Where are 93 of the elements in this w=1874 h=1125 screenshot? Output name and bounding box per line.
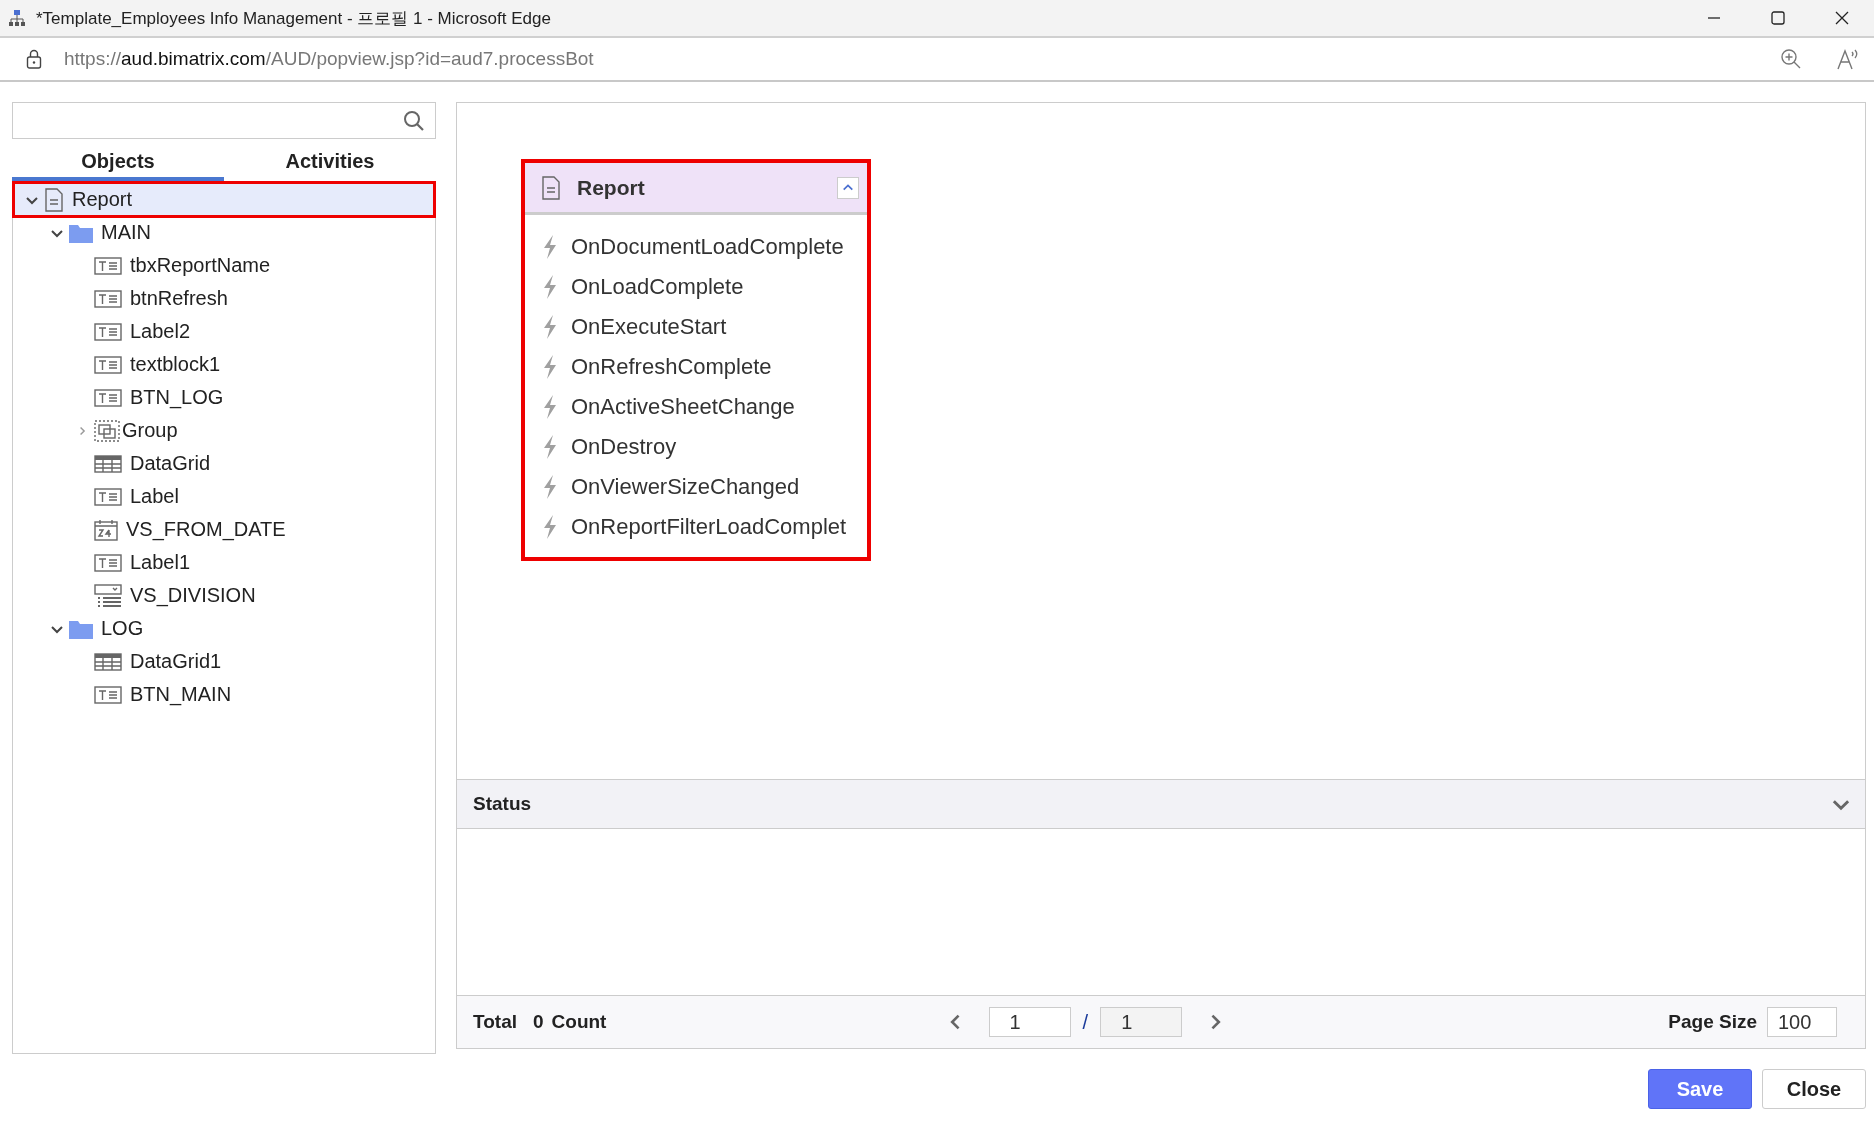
close-icon	[1834, 10, 1850, 26]
sitemap-icon	[8, 9, 26, 27]
lock-icon	[26, 49, 42, 69]
tree-item-label: Report	[72, 188, 133, 211]
card-title: Report	[577, 175, 646, 200]
maximize-icon	[1770, 10, 1786, 26]
dropdown-list-icon	[94, 583, 122, 608]
url-scheme: https://	[64, 48, 122, 70]
tree-item-label: LOG	[101, 617, 144, 640]
tree-item-label: textblock1	[130, 353, 221, 376]
calendar-icon	[94, 518, 118, 541]
page-separator: /	[1082, 1010, 1089, 1034]
minimize-icon	[1706, 17, 1722, 19]
textbox-icon	[94, 256, 122, 275]
tree-item-label: BTN_LOG	[130, 386, 224, 409]
textbox-icon	[94, 289, 122, 308]
lightning-icon	[541, 314, 559, 340]
status-title: Status	[473, 793, 533, 815]
zoom-in-icon[interactable]	[1780, 48, 1802, 70]
tree-item-label: BTN_MAIN	[130, 683, 232, 706]
lightning-icon	[541, 234, 559, 260]
tree-item[interactable]: textblock1	[14, 348, 434, 381]
event-label: OnDestroy	[571, 434, 677, 460]
tree-item-label: Group	[122, 419, 178, 442]
tree-item[interactable]: Report	[14, 183, 434, 216]
tree-item-label: DataGrid	[130, 452, 211, 475]
tree-item[interactable]: tbxReportName	[14, 249, 434, 282]
tree-item[interactable]: MAIN	[14, 216, 434, 249]
lightning-icon	[541, 434, 559, 460]
save-button[interactable]: Save	[1648, 1069, 1752, 1109]
textbox-icon	[94, 553, 122, 572]
event-label: OnReportFilterLoadComplet	[571, 514, 847, 540]
lightning-icon	[541, 354, 559, 380]
tree-item[interactable]: btnRefresh	[14, 282, 434, 315]
tree-item[interactable]: DataGrid1	[14, 645, 434, 678]
tree-item-label: DataGrid1	[130, 650, 222, 673]
tab[interactable]: Activities	[224, 145, 436, 181]
total-label: Total	[473, 1011, 517, 1033]
tree-item-label: VS_DIVISION	[130, 584, 256, 607]
tree-item-label: Label1	[130, 551, 191, 574]
folder-icon	[69, 618, 93, 639]
lightning-icon	[541, 474, 559, 500]
page-size-label: Page Size	[1668, 1011, 1757, 1033]
tree-item-label: VS_FROM_DATE	[126, 518, 286, 541]
event-label: OnExecuteStart	[571, 314, 727, 340]
lightning-icon	[541, 274, 559, 300]
count-label: Count	[551, 1011, 607, 1033]
event-label: OnRefreshComplete	[571, 354, 772, 380]
tree-item[interactable]: Label1	[14, 546, 434, 579]
tree-item-label: tbxReportName	[130, 254, 271, 277]
count-value: 0	[533, 1011, 544, 1033]
search-field[interactable]	[12, 102, 436, 139]
tree-item[interactable]: VS_DIVISION	[14, 579, 434, 612]
tree-item[interactable]: BTN_LOG	[14, 381, 434, 414]
tree-item[interactable]: DataGrid	[14, 447, 434, 480]
event-label: OnLoadComplete	[571, 274, 744, 300]
tree-item[interactable]: Label	[14, 480, 434, 513]
textbox-icon	[94, 487, 122, 506]
tree-item-label: btnRefresh	[130, 287, 228, 310]
folder-icon	[69, 222, 93, 243]
group-icon	[94, 419, 120, 442]
search-icon	[403, 109, 425, 132]
textbox-icon	[94, 355, 122, 374]
collapse-button[interactable]	[837, 176, 859, 199]
textbox-icon	[94, 685, 122, 704]
document-icon	[44, 187, 64, 212]
page-count-field[interactable]: 1	[1100, 1007, 1183, 1037]
page-input[interactable]: 1	[988, 1007, 1071, 1037]
url-host: aud.bimatrix.com	[121, 48, 266, 70]
grid-icon	[94, 454, 122, 473]
lightning-icon	[541, 394, 559, 420]
read-aloud-icon[interactable]	[1836, 48, 1860, 70]
url-path: /AUD/popview.jsp?id=aud7.processBot	[265, 48, 594, 70]
close-button[interactable]: Close	[1762, 1069, 1866, 1109]
event-label: OnActiveSheetChange	[571, 394, 795, 420]
tree-item[interactable]: BTN_MAIN	[14, 678, 434, 711]
page-size-input[interactable]: 100	[1767, 1007, 1837, 1037]
tree-item-label: Label2	[130, 320, 191, 343]
event-label: OnDocumentLoadComplete	[571, 234, 844, 260]
tree-item[interactable]: Label2	[14, 315, 434, 348]
tree-item-label: Label	[130, 485, 179, 508]
textbox-icon	[94, 388, 122, 407]
window-title: *Template_Employees Info Management - 프로필 1 - Microsoft Edge	[36, 7, 552, 30]
grid-icon	[94, 652, 122, 671]
tree-item-label: MAIN	[101, 221, 151, 244]
textbox-icon	[94, 322, 122, 341]
event-label: OnViewerSizeChanged	[571, 474, 800, 500]
tree-item[interactable]: VS_FROM_DATE	[14, 513, 434, 546]
tree-item[interactable]: Group	[14, 414, 434, 447]
document-icon	[541, 175, 561, 200]
lightning-icon	[541, 514, 559, 540]
tree-item[interactable]: LOG	[14, 612, 434, 645]
chevron-icon	[77, 425, 87, 436]
